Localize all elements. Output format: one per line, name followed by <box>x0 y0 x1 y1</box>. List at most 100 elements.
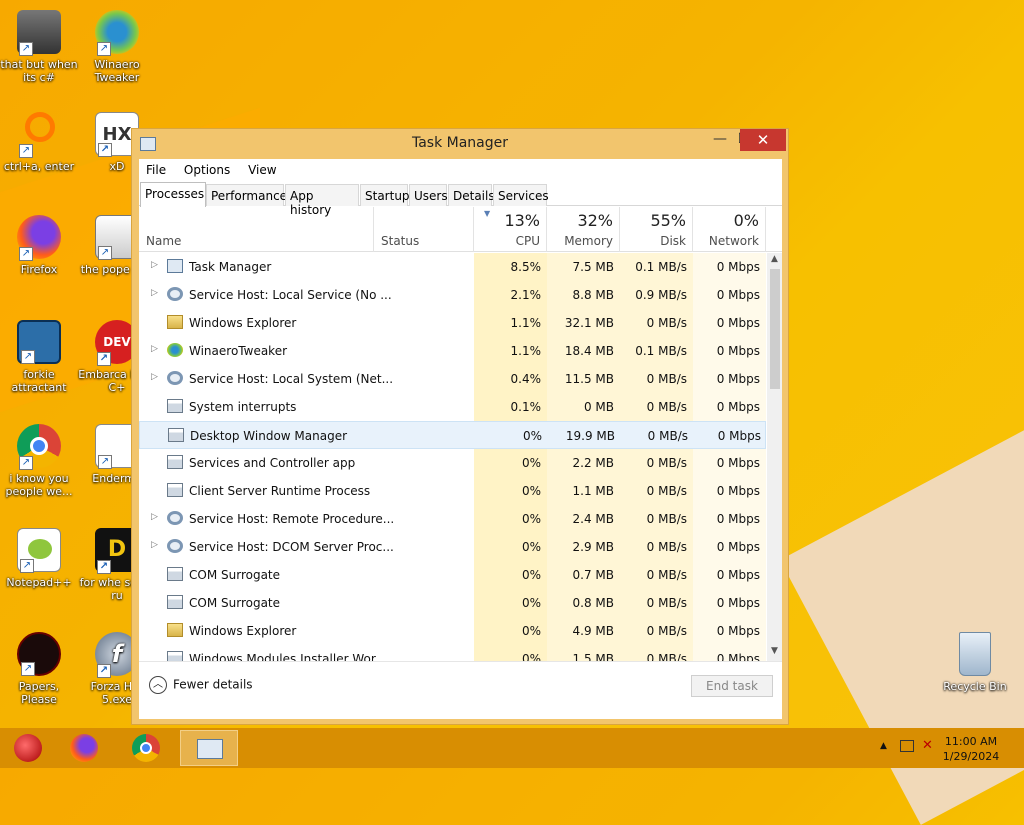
process-net: 0 Mbps <box>716 260 760 274</box>
firefox-icon: ↗ <box>17 215 61 261</box>
process-icon <box>167 595 183 609</box>
process-row[interactable]: Windows Explorer 1.1% 32.1 MB 0 MB/s 0 Mbps <box>139 309 766 337</box>
column-cpu[interactable]: ▼ 13% CPU <box>474 207 547 252</box>
scroll-thumb[interactable] <box>770 269 780 389</box>
process-row[interactable]: COM Surrogate 0% 0.7 MB 0 MB/s 0 Mbps <box>139 561 766 589</box>
column-disk[interactable]: 55% Disk <box>620 207 693 252</box>
process-row[interactable]: ▷ WinaeroTweaker 1.1% 18.4 MB 0.1 MB/s 0 Mbps <box>139 337 766 365</box>
column-status[interactable]: Status <box>374 207 474 252</box>
expand-chevron-icon[interactable]: ▷ <box>151 260 158 270</box>
winaero-icon: ↗ <box>95 10 139 56</box>
process-row[interactable]: ▷ Service Host: Local Service (No ... 2.1%… <box>139 281 766 309</box>
desktop-icon-forkie[interactable]: ↗ forkie attractant <box>0 320 78 394</box>
process-mem: 0 MB <box>583 400 614 414</box>
desktop-icon-firefox[interactable]: ↗ Firefox <box>0 215 78 276</box>
tab-performance[interactable]: Performance <box>206 184 287 206</box>
taskbar-start-ornament[interactable] <box>4 730 52 766</box>
expand-chevron-icon[interactable]: ▷ <box>151 372 158 382</box>
tab-app-history[interactable]: App history <box>285 184 359 217</box>
scroll-down-icon[interactable]: ▼ <box>767 646 782 660</box>
process-row[interactable]: COM Surrogate 0% 0.8 MB 0 MB/s 0 Mbps <box>139 589 766 617</box>
menu-file[interactable]: File <box>139 159 173 177</box>
column-memory[interactable]: 32% Memory <box>547 207 620 252</box>
desktop-icon-recycle-bin[interactable]: Recycle Bin <box>936 632 1014 693</box>
process-row[interactable]: Desktop Window Manager 0% 19.9 MB 0 MB/s 0 M… <box>139 421 766 449</box>
process-net: 0 Mbps <box>716 512 760 526</box>
network-icon[interactable] <box>900 740 914 752</box>
process-icon <box>167 539 183 553</box>
process-row[interactable]: Services and Controller app 0% 2.2 MB 0 MB/… <box>139 449 766 477</box>
process-name: Service Host: Local System (Net... <box>189 372 394 386</box>
process-cpu: 0% <box>521 624 541 638</box>
magnifier-icon: ↗ <box>17 112 61 158</box>
vertical-scrollbar[interactable]: ▲ ▼ <box>767 253 782 661</box>
expand-chevron-icon[interactable]: ▷ <box>151 344 158 354</box>
task-manager-window[interactable]: Task Manager — ☐ ✕ File Options View Pro… <box>131 128 789 725</box>
menu-view[interactable]: View <box>241 159 283 177</box>
desktop-icon-winaero-tweaker[interactable]: ↗ Winaero Tweaker <box>78 10 156 84</box>
process-disk: 0 MB/s <box>646 316 687 330</box>
process-icon <box>167 651 183 661</box>
desktop-icon-that-but-when[interactable]: ↗ that but when its c# <box>0 10 78 84</box>
process-cpu: 0.1% <box>510 400 542 414</box>
process-disk: 0 MB/s <box>646 540 687 554</box>
show-hidden-icons-icon[interactable]: ▲ <box>880 741 887 751</box>
papers-please-icon: ↗ <box>17 632 61 676</box>
process-row[interactable]: ▷ Service Host: Remote Procedure... 0% 2.4 … <box>139 505 766 533</box>
tab-services[interactable]: Services <box>493 184 549 206</box>
process-cpu: 0% <box>521 456 541 470</box>
fewer-details-button[interactable]: ︿ Fewer details <box>149 676 253 694</box>
process-name: COM Surrogate <box>189 568 281 582</box>
chrome-icon: ↗ <box>17 424 61 470</box>
desktop-icon-i-know-you[interactable]: ↗ i know you people we... <box>0 424 78 498</box>
process-icon <box>167 511 183 525</box>
menu-options[interactable]: Options <box>177 159 237 177</box>
column-network[interactable]: 0% Network <box>693 207 766 252</box>
clock-date: 1/29/2024 <box>942 750 1000 763</box>
process-row[interactable]: Windows Explorer 0% 4.9 MB 0 MB/s 0 Mbps <box>139 617 766 645</box>
scroll-up-icon[interactable]: ▲ <box>767 254 782 268</box>
desktop-icon-notepadpp[interactable]: ↗ Notepad++ <box>0 528 78 589</box>
end-task-button[interactable]: End task <box>691 675 773 697</box>
process-cpu: 1.1% <box>510 344 542 358</box>
taskbar-task-manager[interactable] <box>180 730 238 766</box>
process-mem: 2.4 MB <box>572 512 614 526</box>
process-row[interactable]: ▷ Service Host: DCOM Server Proc... 0% 2.9 … <box>139 533 766 561</box>
expand-chevron-icon[interactable]: ▷ <box>151 288 158 298</box>
close-button[interactable]: ✕ <box>740 129 786 151</box>
process-row[interactable]: ▷ Task Manager 8.5% 7.5 MB 0.1 MB/s 0 Mbps <box>139 253 766 281</box>
process-mem: 0.7 MB <box>572 568 614 582</box>
taskbar-chrome[interactable] <box>122 730 170 766</box>
column-name[interactable]: Name <box>139 207 374 252</box>
process-cpu: 8.5% <box>510 260 542 274</box>
tab-details[interactable]: Details <box>448 184 495 206</box>
taskbar-firefox[interactable] <box>60 730 108 766</box>
process-disk: 0.9 MB/s <box>635 288 687 302</box>
notepadpp-icon: ↗ <box>17 528 61 573</box>
task-manager-client: File Options View Processes Performance … <box>139 159 782 719</box>
desktop-icon-ctrl-a-enter[interactable]: ↗ ctrl+a, enter <box>0 112 78 173</box>
process-disk: 0 MB/s <box>647 429 688 443</box>
firefox-icon <box>70 734 98 762</box>
process-row[interactable]: Client Server Runtime Process 0% 1.1 MB 0 M… <box>139 477 766 505</box>
process-net: 0 Mbps <box>717 429 761 443</box>
process-mem: 0.8 MB <box>572 596 614 610</box>
process-net: 0 Mbps <box>716 540 760 554</box>
recycle-bin-icon <box>959 632 991 676</box>
chevron-up-icon: ︿ <box>149 676 167 694</box>
process-row[interactable]: System interrupts 0.1% 0 MB 0 MB/s 0 Mbps <box>139 393 766 421</box>
expand-chevron-icon[interactable]: ▷ <box>151 512 158 522</box>
title-bar[interactable]: Task Manager — ☐ ✕ <box>132 129 788 159</box>
desktop-icon-papers-please[interactable]: ↗ Papers, Please <box>0 632 78 706</box>
tab-startup[interactable]: Startup <box>360 184 410 206</box>
clock[interactable]: 11:00 AM 1/29/2024 <box>936 734 1006 764</box>
process-name: Windows Modules Installer Wor... <box>189 652 387 661</box>
monitor-gear-icon: ↗ <box>17 320 61 364</box>
expand-chevron-icon[interactable]: ▷ <box>151 540 158 550</box>
process-net: 0 Mbps <box>716 344 760 358</box>
tab-users[interactable]: Users <box>409 184 448 206</box>
process-row[interactable]: Windows Modules Installer Wor... 0% 1.5 MB… <box>139 645 766 661</box>
tab-processes[interactable]: Processes <box>140 182 206 207</box>
process-row[interactable]: ▷ Service Host: Local System (Net... 0.4% 1… <box>139 365 766 393</box>
volume-muted-icon[interactable]: ✕ <box>922 738 933 753</box>
